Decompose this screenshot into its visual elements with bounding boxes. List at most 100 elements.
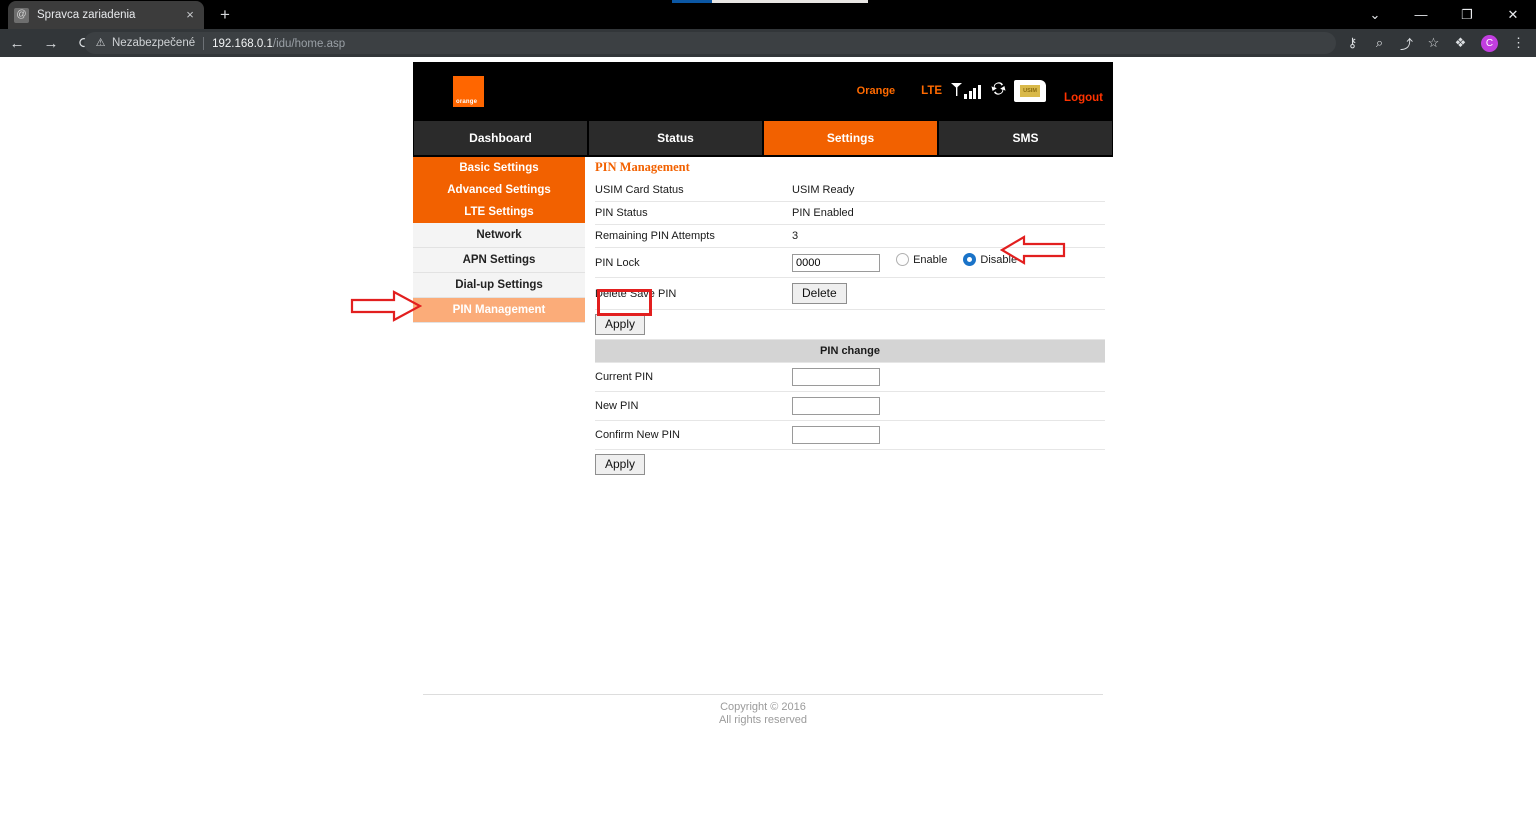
window-controls: ⌄ — ❐ ✕	[1352, 0, 1536, 29]
page-footer: Copyright © 2016 All rights reserved	[413, 694, 1113, 727]
profile-avatar[interactable]: C	[1481, 34, 1498, 52]
primary-nav-tabs: Dashboard Status Settings SMS	[413, 119, 1113, 157]
url-text: 192.168.0.1/idu/home.asp	[212, 34, 345, 52]
table-row: Current PIN	[595, 362, 1105, 392]
content-area: Basic Settings Advanced Settings LTE Set…	[413, 157, 1113, 702]
close-tab-icon[interactable]: ×	[182, 7, 198, 23]
pin-lock-enable-label: Enable	[913, 253, 948, 266]
rights-line: All rights reserved	[718, 714, 808, 726]
security-status-label: Nezabezpečené	[112, 37, 196, 49]
new-pin-cell	[792, 391, 1105, 421]
close-window-icon[interactable]: ✕	[1490, 0, 1536, 29]
carrier-label: Orange	[856, 84, 896, 97]
confirm-new-pin-input[interactable]	[792, 426, 880, 444]
usim-card-status-value: USIM Ready	[792, 179, 1105, 202]
orange-logo: orange	[453, 76, 484, 107]
pin-lock-controls: Enable Disable	[792, 247, 1105, 278]
apply-top-row: Apply	[595, 310, 1105, 340]
table-row: Remaining PIN Attempts 3	[595, 224, 1105, 248]
current-pin-input[interactable]	[792, 368, 880, 386]
radio-disable-icon[interactable]	[963, 253, 977, 266]
browser-menu-icon[interactable]: ⋮	[1505, 32, 1532, 54]
table-row: PIN Status PIN Enabled	[595, 201, 1105, 225]
sidebar-item-network[interactable]: Network	[413, 223, 585, 248]
pin-lock-label: PIN Lock	[595, 247, 792, 278]
remaining-pin-attempts-label: Remaining PIN Attempts	[595, 224, 792, 248]
new-tab-button[interactable]: +	[214, 4, 236, 26]
pin-lock-input[interactable]	[792, 254, 880, 272]
tab-dashboard[interactable]: Dashboard	[414, 121, 587, 155]
bookmark-star-icon[interactable]: ☆	[1420, 32, 1447, 54]
apply-pin-lock-button[interactable]: Apply	[595, 314, 646, 335]
password-key-icon[interactable]: ⚷	[1339, 32, 1366, 54]
sidebar-group-advanced-settings[interactable]: Advanced Settings	[413, 179, 585, 201]
usim-icon-label: USIM	[1020, 84, 1041, 97]
zoom-icon[interactable]: ⌕	[1366, 32, 1393, 54]
delete-save-pin-cell: Delete	[792, 277, 1105, 310]
apply-pin-change-button[interactable]: Apply	[595, 454, 646, 475]
router-header: orange Orange LTE USIM Logout	[413, 62, 1113, 119]
delete-save-pin-label: Delete Save PIN	[595, 277, 792, 310]
page-load-progress	[672, 0, 868, 3]
sidebar-group-basic-settings[interactable]: Basic Settings	[413, 157, 585, 179]
tab-status[interactable]: Status	[589, 121, 762, 155]
pin-change-header: PIN change	[595, 340, 1105, 363]
pin-status-label: PIN Status	[595, 201, 792, 225]
usim-card-icon: USIM	[1014, 79, 1047, 102]
tab-favicon-icon: @	[14, 7, 29, 23]
browser-chrome: @ Spravca zariadenia × + ⌄ — ❐ ✕ ← → ⟳ ⚠…	[0, 0, 1536, 57]
logout-link[interactable]: Logout	[1064, 92, 1103, 104]
orange-logo-text: orange	[456, 99, 478, 105]
toolbar-actions: ⚷ ⌕ ⤴ ☆ ❖ C ⋮	[1339, 32, 1532, 54]
pin-lock-enable-option[interactable]: Enable	[896, 253, 947, 266]
page-viewport: orange Orange LTE USIM Logout Dashboard …	[0, 57, 1536, 832]
settings-sidebar: Basic Settings Advanced Settings LTE Set…	[413, 157, 585, 702]
new-pin-label: New PIN	[595, 391, 792, 421]
browser-tab[interactable]: @ Spravca zariadenia ×	[8, 1, 204, 29]
pin-lock-disable-label: Disable	[980, 253, 1018, 266]
refresh-icon	[990, 80, 1007, 102]
tab-settings[interactable]: Settings	[764, 121, 937, 155]
omnibox-divider	[203, 36, 205, 50]
usim-card-status-label: USIM Card Status	[595, 179, 792, 202]
delete-button[interactable]: Delete	[792, 283, 847, 304]
minimize-icon[interactable]: —	[1398, 0, 1444, 29]
chevron-down-icon[interactable]: ⌄	[1352, 0, 1398, 29]
url-path: /idu/home.asp	[272, 38, 346, 50]
screenshot-root: @ Spravca zariadenia × + ⌄ — ❐ ✕ ← → ⟳ ⚠…	[0, 0, 1536, 832]
pin-change-header-row: PIN change	[595, 340, 1105, 363]
status-hud: Orange LTE USIM Logout	[857, 62, 1113, 119]
confirm-new-pin-label: Confirm New PIN	[595, 420, 792, 450]
pin-status-table: USIM Card Status USIM Ready PIN Status P…	[595, 179, 1105, 310]
radio-enable-icon[interactable]	[896, 253, 910, 266]
pin-lock-disable-option[interactable]: Disable	[963, 253, 1017, 266]
router-admin-app: orange Orange LTE USIM Logout Dashboard …	[413, 62, 1113, 702]
new-pin-input[interactable]	[792, 397, 880, 415]
restore-icon[interactable]: ❐	[1444, 0, 1490, 29]
table-row: Confirm New PIN	[595, 420, 1105, 450]
copyright-line: Copyright © 2016	[720, 701, 806, 713]
signal-bars-icon	[950, 82, 963, 99]
sidebar-item-dial-up-settings[interactable]: Dial-up Settings	[413, 273, 585, 298]
forward-icon[interactable]: →	[34, 29, 68, 57]
progress-fill	[672, 0, 712, 3]
pin-status-value: PIN Enabled	[792, 201, 1105, 225]
apply-bottom-row: Apply	[595, 450, 1105, 475]
address-bar[interactable]: ⚠ Nezabezpečené 192.168.0.1/idu/home.asp	[84, 32, 1336, 54]
current-pin-cell	[792, 362, 1105, 392]
back-icon[interactable]: ←	[0, 29, 34, 57]
page-title: PIN Management	[595, 160, 690, 174]
sidebar-item-apn-settings[interactable]: APN Settings	[413, 248, 585, 273]
tab-sms[interactable]: SMS	[939, 121, 1112, 155]
sidebar-item-pin-management[interactable]: PIN Management	[413, 298, 585, 323]
sidebar-group-lte-settings[interactable]: LTE Settings	[413, 201, 585, 223]
signal-strength-bars	[964, 83, 982, 99]
table-row: Delete Save PIN Delete	[595, 277, 1105, 310]
pin-management-panel: PIN Management USIM Card Status USIM Rea…	[585, 157, 1113, 702]
sidebar-group-headers: Basic Settings Advanced Settings LTE Set…	[413, 157, 585, 223]
warning-triangle-icon: ⚠	[95, 36, 106, 49]
share-icon[interactable]: ⤴	[1393, 32, 1420, 54]
extensions-puzzle-icon[interactable]: ❖	[1447, 32, 1474, 54]
network-type-label: LTE	[921, 84, 943, 97]
confirm-new-pin-cell	[792, 420, 1105, 450]
